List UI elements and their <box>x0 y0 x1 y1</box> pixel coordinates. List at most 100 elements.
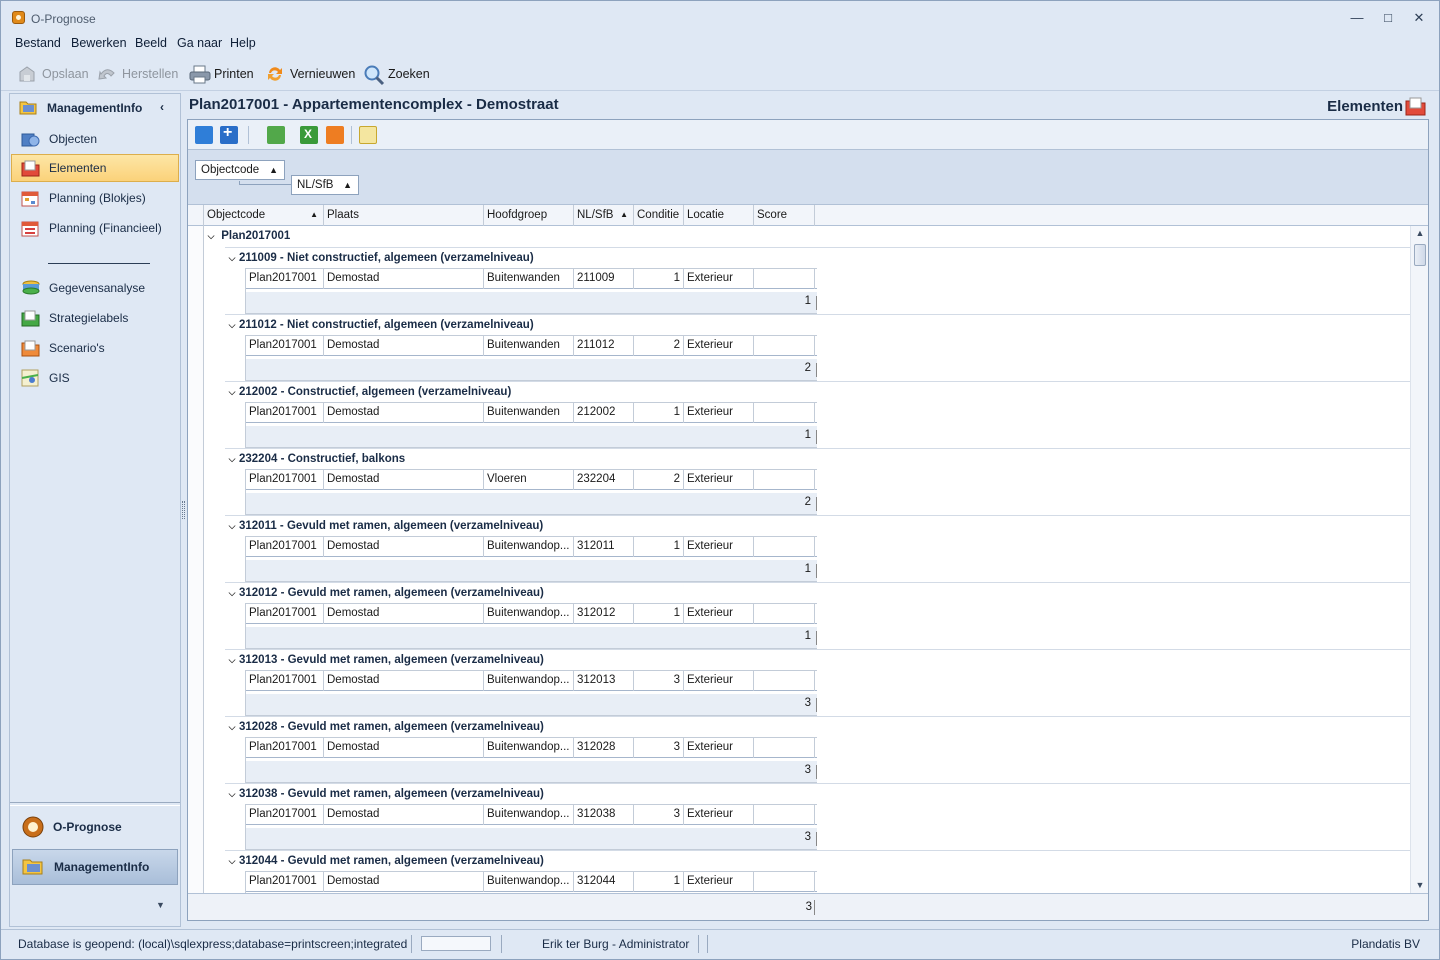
menu-ga-naar[interactable]: Ga naar <box>177 36 222 50</box>
cell-conditie[interactable]: 1 <box>634 872 684 892</box>
refresh-button[interactable]: Vernieuwen <box>265 64 355 84</box>
column-header-plaats[interactable]: Plaats <box>324 205 484 226</box>
chevron-down-icon[interactable]: ⌵ <box>225 583 239 603</box>
sidebar-item-planning-blokjes[interactable]: Planning (Blokjes) <box>11 184 179 212</box>
grid-layout-icon[interactable] <box>195 126 213 144</box>
column-header-hoofdgroep[interactable]: Hoofdgroep <box>484 205 574 226</box>
table-row[interactable]: Plan2017001 Demostad Buitenwanden 211009 1 Ex… <box>246 268 817 289</box>
cell-objectcode[interactable]: Plan2017001 <box>246 738 324 758</box>
cell-plaats[interactable]: Demostad <box>324 738 484 758</box>
chevron-down-icon[interactable]: ⌵ <box>204 226 218 247</box>
menu-beeld[interactable]: Beeld <box>135 36 167 50</box>
cell-hoofdgroep[interactable]: Buitenwandop... <box>484 805 574 825</box>
menu-help[interactable]: Help <box>230 36 256 50</box>
cell-objectcode[interactable]: Plan2017001 <box>246 537 324 557</box>
cell-nlsfb[interactable]: 211009 <box>574 269 634 289</box>
cell-score[interactable] <box>754 738 815 758</box>
add-icon[interactable]: + <box>220 124 238 144</box>
sidebar-item-planning-financieel[interactable]: Planning (Financieel) <box>11 214 179 242</box>
cell-locatie[interactable]: Exterieur <box>684 470 754 490</box>
cell-hoofdgroep[interactable]: Buitenwandop... <box>484 671 574 691</box>
cell-plaats[interactable]: Demostad <box>324 269 484 289</box>
cell-objectcode[interactable]: Plan2017001 <box>246 269 324 289</box>
cell-plaats[interactable]: Demostad <box>324 805 484 825</box>
splitter[interactable] <box>10 802 180 806</box>
cell-objectcode[interactable]: Plan2017001 <box>246 604 324 624</box>
print-icon[interactable] <box>326 126 344 144</box>
save-button[interactable]: Opslaan <box>17 64 89 84</box>
maximize-icon[interactable]: □ <box>1375 8 1401 28</box>
vertical-scrollbar[interactable]: ▲ ▼ <box>1410 226 1428 893</box>
column-header-conditie[interactable]: Conditie <box>634 205 684 226</box>
group-row[interactable]: ⌵ 211012 - Niet constructief, algemeen (v… <box>225 314 1410 335</box>
cell-conditie[interactable]: 3 <box>634 805 684 825</box>
table-row[interactable]: Plan2017001 Demostad Buitenwandop... 312011… <box>246 536 817 557</box>
column-header-locatie[interactable]: Locatie <box>684 205 754 226</box>
group-by-objectcode[interactable]: Objectcode ▲ <box>195 160 285 180</box>
cell-locatie[interactable]: Exterieur <box>684 537 754 557</box>
cell-nlsfb[interactable]: 212002 <box>574 403 634 423</box>
group-row[interactable]: ⌵ 232204 - Constructief, balkons <box>225 448 1410 469</box>
cell-conditie[interactable]: 1 <box>634 604 684 624</box>
nav-o-prognose[interactable]: O-Prognose <box>12 809 178 845</box>
cell-nlsfb[interactable]: 232204 <box>574 470 634 490</box>
column-header-nlsfb[interactable]: NL/SfB ▲ <box>574 205 634 226</box>
chevron-down-icon[interactable]: ⌵ <box>225 449 239 469</box>
column-header-score[interactable]: Score <box>754 205 815 226</box>
chevron-down-icon[interactable]: ⌵ <box>225 650 239 670</box>
cell-objectcode[interactable]: Plan2017001 <box>246 671 324 691</box>
table-row[interactable]: Plan2017001 Demostad Buitenwandop... 312038… <box>246 804 817 825</box>
chevron-down-icon[interactable]: ⌵ <box>225 248 239 268</box>
cell-plaats[interactable]: Demostad <box>324 403 484 423</box>
cell-locatie[interactable]: Exterieur <box>684 336 754 356</box>
cell-plaats[interactable]: Demostad <box>324 470 484 490</box>
menu-bestand[interactable]: Bestand <box>15 36 61 50</box>
group-row-plan[interactable]: ⌵ Plan2017001 <box>204 226 291 247</box>
chevron-down-icon[interactable]: ⌵ <box>225 382 239 402</box>
report-icon[interactable] <box>359 126 377 144</box>
cell-conditie[interactable]: 1 <box>634 537 684 557</box>
cell-score[interactable] <box>754 403 815 423</box>
cell-score[interactable] <box>754 336 815 356</box>
table-row[interactable]: Plan2017001 Demostad Buitenwanden 212002 1 Ex… <box>246 402 817 423</box>
group-by-nlsfb[interactable]: NL/SfB ▲ <box>291 175 359 195</box>
cell-objectcode[interactable]: Plan2017001 <box>246 336 324 356</box>
cell-score[interactable] <box>754 805 815 825</box>
column-header-objectcode[interactable]: Objectcode ▲ <box>204 205 324 226</box>
nav-overflow-icon[interactable]: ▼ <box>156 900 165 910</box>
sidebar-item-scenarios[interactable]: Scenario's <box>11 334 179 362</box>
cell-conditie[interactable]: 1 <box>634 403 684 423</box>
cell-plaats[interactable]: Demostad <box>324 336 484 356</box>
cell-hoofdgroep[interactable]: Buitenwanden <box>484 336 574 356</box>
scroll-thumb[interactable] <box>1414 244 1426 266</box>
sidebar-item-gis[interactable]: GIS <box>11 364 179 392</box>
cell-locatie[interactable]: Exterieur <box>684 872 754 892</box>
sidebar-item-elementen[interactable]: Elementen <box>11 154 179 182</box>
cell-nlsfb[interactable]: 312038 <box>574 805 634 825</box>
cell-conditie[interactable]: 3 <box>634 671 684 691</box>
cell-objectcode[interactable]: Plan2017001 <box>246 470 324 490</box>
group-row[interactable]: ⌵ 312013 - Gevuld met ramen, algemeen (ve… <box>225 649 1410 670</box>
table-row[interactable]: Plan2017001 Demostad Buitenwandop... 312028… <box>246 737 817 758</box>
sidebar-resize-handle[interactable] <box>182 501 185 519</box>
cell-nlsfb[interactable]: 312013 <box>574 671 634 691</box>
cell-hoofdgroep[interactable]: Buitenwandop... <box>484 604 574 624</box>
table-row[interactable]: Plan2017001 Demostad Buitenwandop... 312044… <box>246 871 817 892</box>
table-row[interactable]: Plan2017001 Demostad Buitenwandop... 312012… <box>246 603 817 624</box>
cell-score[interactable] <box>754 269 815 289</box>
cell-score[interactable] <box>754 604 815 624</box>
excel-icon[interactable]: X <box>300 126 318 144</box>
table-row[interactable]: Plan2017001 Demostad Buitenwandop... 312013… <box>246 670 817 691</box>
cell-locatie[interactable]: Exterieur <box>684 671 754 691</box>
cell-locatie[interactable]: Exterieur <box>684 269 754 289</box>
cell-objectcode[interactable]: Plan2017001 <box>246 403 324 423</box>
cell-conditie[interactable]: 2 <box>634 336 684 356</box>
cell-hoofdgroep[interactable]: Buitenwanden <box>484 269 574 289</box>
chevron-down-icon[interactable]: ⌵ <box>225 784 239 804</box>
cell-plaats[interactable]: Demostad <box>324 872 484 892</box>
group-row[interactable]: ⌵ 312012 - Gevuld met ramen, algemeen (ve… <box>225 582 1410 603</box>
window-icon[interactable] <box>267 126 285 144</box>
cell-objectcode[interactable]: Plan2017001 <box>246 805 324 825</box>
cell-conditie[interactable]: 3 <box>634 738 684 758</box>
nav-managementinfo[interactable]: ManagementInfo <box>12 849 178 885</box>
